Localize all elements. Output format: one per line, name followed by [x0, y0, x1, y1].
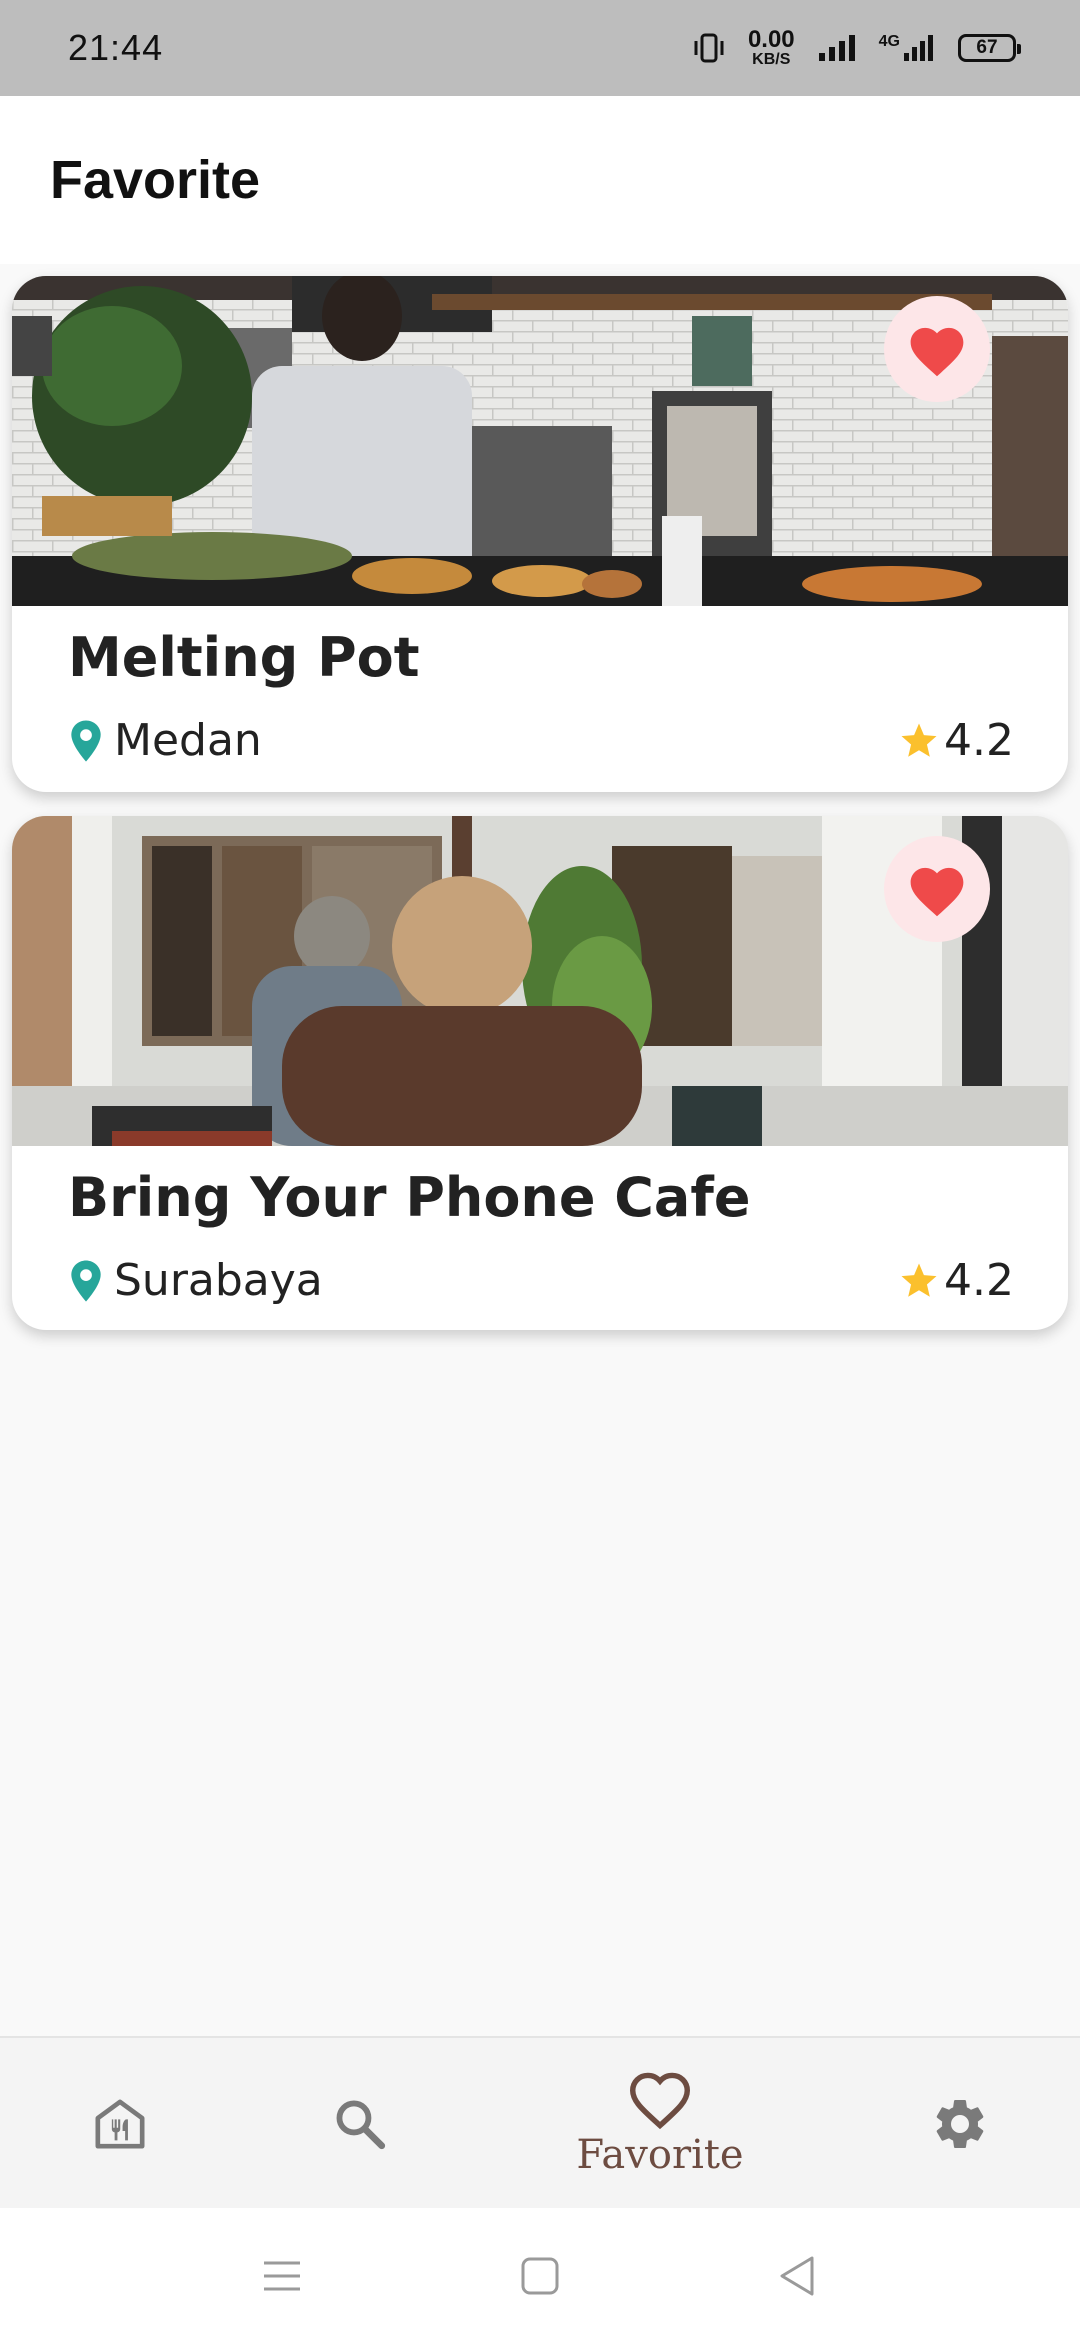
card-meta: Medan 4.2 [68, 715, 1014, 766]
network-speed: 0.00 KB/S [748, 28, 795, 68]
menu-icon [264, 2261, 300, 2291]
restaurant-card[interactable]: Bring Your Phone Cafe Surabaya 4.2 [12, 816, 1068, 1330]
card-body: Melting Pot Medan 4.2 [12, 606, 1068, 766]
restaurant-name: Melting Pot [68, 626, 420, 689]
heart-filled-icon [910, 327, 964, 377]
restaurant-photo [12, 276, 1068, 606]
card-meta: Surabaya 4.2 [68, 1255, 1014, 1306]
status-bar: 21:44 0.00 KB/S 4G 67 [0, 0, 1080, 96]
heart-filled-icon [910, 867, 964, 917]
signal-4g: 4G [879, 33, 936, 63]
location-pin-icon [71, 719, 101, 762]
battery-level: 67 [976, 37, 998, 58]
restaurant-photo [12, 816, 1068, 1146]
vibrate-icon [694, 33, 724, 63]
restaurant-icon [95, 2099, 145, 2149]
back-button[interactable] [766, 2246, 826, 2306]
favorite-toggle-button[interactable] [884, 296, 990, 402]
home-button[interactable] [510, 2246, 570, 2306]
system-navigation-bar [0, 2208, 1080, 2340]
battery-icon: 67 [958, 34, 1021, 62]
nav-search[interactable] [300, 2038, 420, 2210]
restaurant-card[interactable]: Melting Pot Medan 4.2 [12, 276, 1068, 792]
nav-favorite-label: Favorite [576, 2132, 744, 2178]
card-body: Bring Your Phone Cafe Surabaya 4.2 [12, 1146, 1068, 1306]
signal-icon [818, 35, 855, 61]
rating-value: 4.2 [944, 715, 1014, 766]
nav-restaurants[interactable] [60, 2038, 180, 2210]
heart-outline-icon [629, 2072, 691, 2130]
rating-value: 4.2 [944, 1255, 1014, 1306]
restaurant-name: Bring Your Phone Cafe [68, 1166, 751, 1229]
app-bar: Favorite [0, 96, 1080, 264]
favorite-toggle-button[interactable] [884, 836, 990, 942]
menu-button[interactable] [252, 2246, 312, 2306]
page-title: Favorite [50, 150, 261, 210]
status-time: 21:44 [68, 27, 164, 68]
location-pin-icon [71, 1259, 101, 1302]
star-icon [901, 723, 937, 757]
nav-settings[interactable] [900, 2038, 1020, 2210]
search-icon [336, 2100, 386, 2150]
bottom-navigation: Favorite [0, 2036, 1080, 2208]
signal-4g-icon [904, 35, 933, 61]
location: Medan [68, 715, 262, 766]
location-city: Medan [114, 715, 262, 766]
gear-icon [936, 2100, 984, 2148]
location: Surabaya [68, 1255, 323, 1306]
home-square-icon [521, 2257, 559, 2295]
network-type-label: 4G [878, 33, 900, 50]
back-triangle-icon [780, 2256, 814, 2296]
nav-favorite[interactable]: Favorite [540, 2038, 780, 2210]
rating: 4.2 [898, 1255, 1014, 1306]
network-speed-value: 0.00 [747, 26, 795, 53]
star-icon [901, 1263, 937, 1297]
rating: 4.2 [898, 715, 1014, 766]
location-city: Surabaya [114, 1255, 323, 1306]
status-icons: 0.00 KB/S 4G 67 [692, 28, 1021, 68]
network-speed-unit: KB/S [752, 51, 791, 68]
